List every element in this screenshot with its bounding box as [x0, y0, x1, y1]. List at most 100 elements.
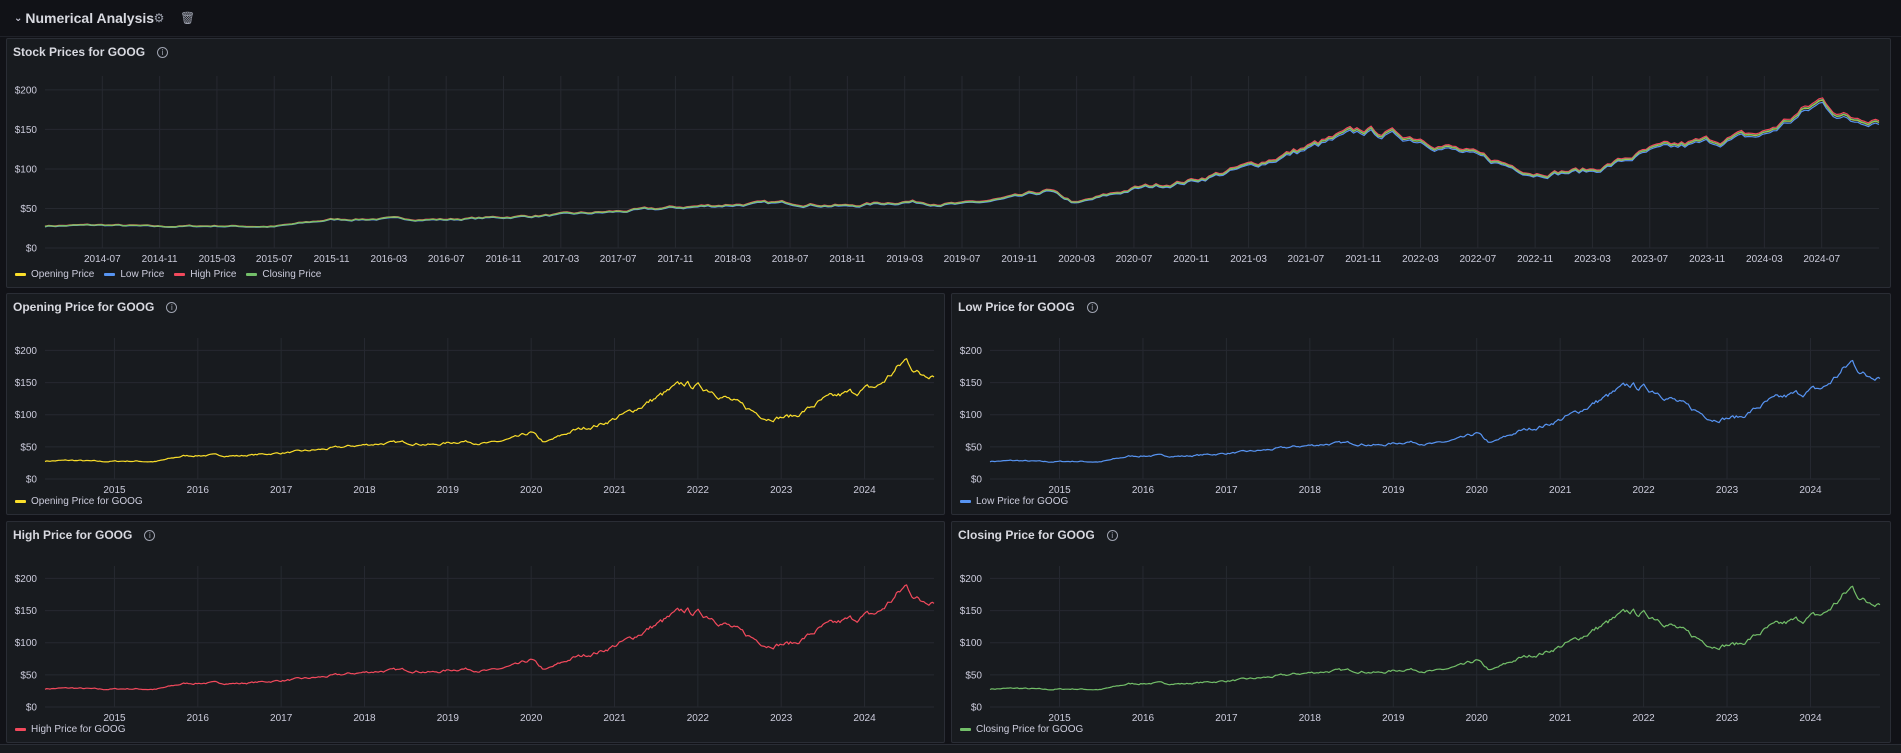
x-tick-label: 2014-11 [142, 254, 178, 265]
y-tick-label: $100 [960, 638, 983, 649]
x-tick-label: 2017 [1215, 713, 1238, 724]
trash-icon[interactable]: 🗑 [180, 11, 195, 25]
x-tick-label: 2018 [1299, 485, 1322, 496]
series-high-price [44, 584, 935, 691]
gear-icon[interactable]: ⚙ [152, 11, 166, 25]
legend-swatch [15, 728, 26, 731]
x-tick-label: 2022 [1632, 713, 1655, 724]
x-tick-label: 2021 [1549, 713, 1572, 724]
x-tick-label: 2020-11 [1173, 254, 1209, 265]
y-tick-label: $200 [960, 346, 983, 357]
x-tick-label: 2020 [520, 485, 543, 496]
x-tick-label: 2022 [687, 485, 710, 496]
x-tick-label: 2019-07 [944, 254, 981, 265]
x-tick-label: 2019 [437, 713, 460, 724]
x-tick-label: 2014-07 [84, 254, 121, 265]
panel-opening-price: Opening Price for GOOG i $0 $50 $100 $150 $2… [6, 293, 945, 515]
legend-item-closing[interactable]: Closing Price for GOOG [960, 724, 1083, 735]
x-tick-label: 2021-03 [1230, 254, 1267, 265]
x-tick-label: 2023-03 [1574, 254, 1611, 265]
legend-label: Closing Price for GOOG [976, 724, 1084, 735]
x-tick-label: 2024 [1799, 713, 1822, 724]
x-tick-label: 2022-07 [1459, 254, 1496, 265]
y-tick-label: $50 [20, 442, 37, 453]
x-tick-label: 2016 [187, 485, 210, 496]
y-tick-label: $0 [971, 475, 983, 486]
x-tick-label: 2017-11 [657, 254, 693, 265]
legend-swatch [174, 273, 186, 276]
chart-high-price: $0 $50 $100 $150 $200 2015 2016 2017 2018 2019 202… [15, 566, 935, 724]
chart-opening-price: $0 $50 $100 $150 $200 2015 2016 2017 2018 2019 202… [15, 338, 935, 496]
x-tick-label: 2021-07 [1288, 254, 1325, 265]
x-tick-label: 2021 [1549, 485, 1572, 496]
x-tick-label: 2020-07 [1116, 254, 1153, 265]
legend-label: High Price [190, 269, 237, 280]
x-tick-label: 2018-07 [772, 254, 809, 265]
legend-label: Closing Price [262, 269, 322, 280]
x-tick-label: 2024-03 [1746, 254, 1783, 265]
legend-swatch [15, 273, 26, 276]
y-tick-label: $100 [15, 638, 38, 649]
x-tick-label: 2023 [770, 485, 793, 496]
legend-item-high[interactable]: High Price for GOOG [15, 724, 125, 735]
x-tick-label: 2016-11 [486, 254, 522, 265]
y-tick-label: $100 [15, 410, 38, 421]
legend-swatch [104, 273, 116, 276]
panel-stock-prices: Stock Prices for GOOG i $0 $50 $100 $150 $20… [6, 38, 1891, 288]
x-tick-label: 2018 [353, 713, 376, 724]
x-tick-label: 2018-03 [714, 254, 751, 265]
x-tick-label: 2020-03 [1058, 254, 1095, 265]
row-title: Numerical Analysis [25, 10, 155, 26]
x-tick-label: 2016-03 [371, 254, 408, 265]
x-tick-label: 2016 [187, 713, 210, 724]
chart-closing-price: $0 $50 $100 $150 $200 2015 2016 2017 2018 2019 202… [960, 566, 1881, 724]
x-tick-label: 2016 [1132, 485, 1155, 496]
row-collapse-toggle[interactable]: ⌄ Numerical Analysis [14, 10, 154, 26]
legend-item-low[interactable]: Low Price for GOOG [960, 496, 1068, 507]
y-tick-label: $150 [960, 378, 983, 389]
legend-item-opening[interactable]: Opening Price for GOOG [15, 496, 143, 507]
legend: Low Price for GOOG [960, 496, 1068, 507]
x-tick-label: 2018 [353, 485, 376, 496]
legend: Opening Price for GOOG [15, 496, 143, 507]
legend-swatch [15, 500, 26, 503]
row-header: ⌄ Numerical Analysis ⚙ 🗑 [0, 0, 1901, 37]
legend-item-low[interactable]: Low Price [104, 269, 164, 280]
legend-label: Low Price for GOOG [976, 496, 1069, 507]
x-tick-label: 2018-11 [829, 254, 865, 265]
x-tick-label: 2019 [437, 485, 460, 496]
legend-label: High Price for GOOG [31, 724, 126, 735]
panel-high-price: High Price for GOOG i $0 $50 $100 $150 $200 2… [6, 521, 945, 743]
legend-label: Opening Price [31, 269, 95, 280]
legend-item-opening[interactable]: Opening Price [15, 269, 94, 280]
x-tick-label: 2020 [520, 713, 543, 724]
x-tick-label: 2016 [1132, 713, 1155, 724]
x-tick-label: 2021-11 [1345, 254, 1381, 265]
legend: High Price for GOOG [15, 724, 125, 735]
chart-low-price: $0 $50 $100 $150 $200 2015 2016 2017 2018 2019 202… [960, 338, 1881, 496]
legend-item-closing[interactable]: Closing Price [246, 269, 321, 280]
x-tick-label: 2023 [770, 713, 793, 724]
legend-swatch [960, 500, 971, 503]
y-tick-label: $0 [26, 703, 38, 714]
x-tick-label: 2015-11 [314, 254, 350, 265]
y-tick-label: $150 [15, 378, 38, 389]
x-tick-label: 2017 [1215, 485, 1238, 496]
x-tick-label: 2018 [1299, 713, 1322, 724]
panel-closing-price: Closing Price for GOOG i $0 $50 $100 $150 $2… [951, 521, 1891, 743]
legend-label: Opening Price for GOOG [31, 496, 143, 507]
x-tick-label: 2015 [103, 713, 126, 724]
legend-item-high[interactable]: High Price [174, 269, 236, 280]
y-tick-label: $150 [15, 125, 38, 136]
x-tick-label: 2022 [1632, 485, 1655, 496]
x-tick-label: 2024 [853, 485, 876, 496]
y-tick-label: $200 [15, 574, 38, 585]
x-tick-label: 2024-07 [1803, 254, 1840, 265]
x-tick-label: 2022 [687, 713, 710, 724]
x-tick-label: 2023 [1716, 485, 1739, 496]
chart-stock-prices: $0 $50 $100 $150 $200 2014-07 2014-11 2015-03 20… [15, 76, 1880, 265]
y-tick-label: $50 [20, 670, 37, 681]
panel-low-price: Low Price for GOOG i $0 $50 $100 $150 $200 20… [951, 293, 1891, 515]
x-tick-label: 2020 [1466, 713, 1489, 724]
x-tick-label: 2017 [270, 485, 293, 496]
